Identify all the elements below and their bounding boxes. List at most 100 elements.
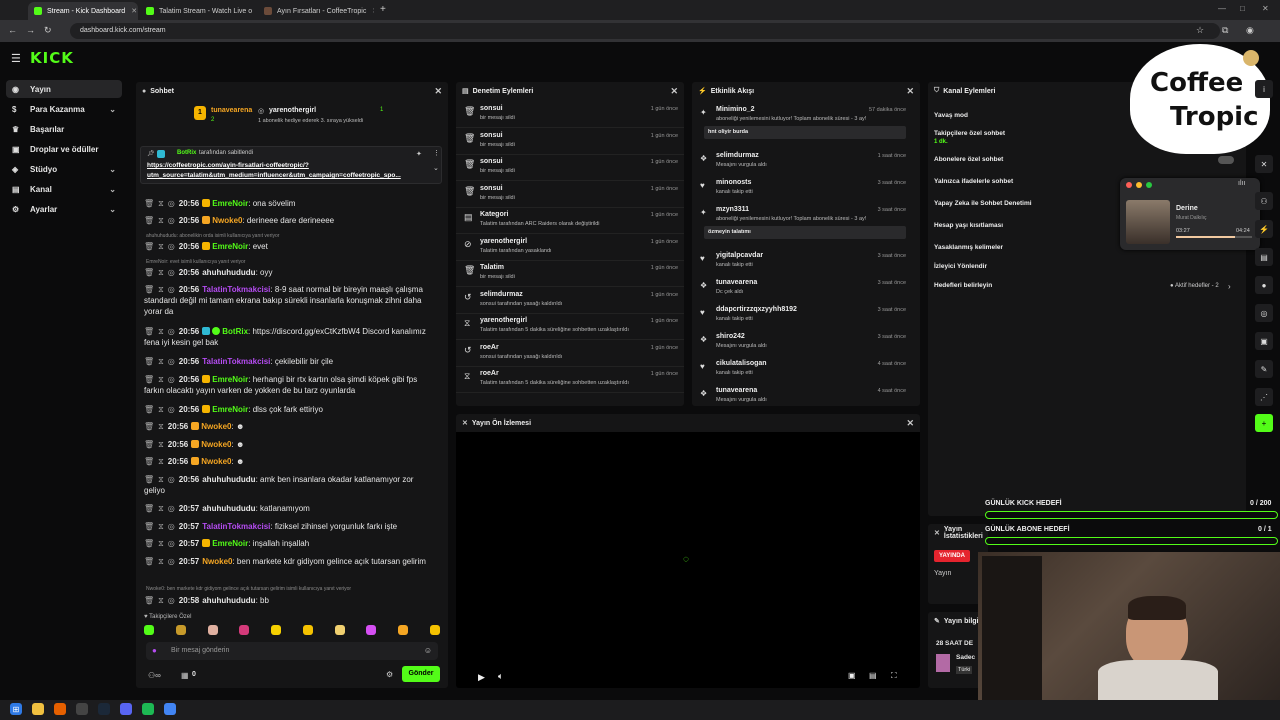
delete-icon[interactable]: 🗑︎ xyxy=(144,422,154,431)
rail-store-icon[interactable]: ▣ xyxy=(1255,332,1273,350)
chat-username[interactable]: EmreNoir xyxy=(212,539,248,548)
delete-icon[interactable]: 🗑︎ xyxy=(144,522,154,531)
file-explorer-icon[interactable] xyxy=(32,703,44,715)
banned-words-setting[interactable]: Yasaklanmış kelimeler xyxy=(934,244,1003,251)
delete-icon[interactable]: 🗑︎ xyxy=(144,199,154,208)
pinned-link[interactable]: https://coffeetropic.com/ayin-firsatlari… xyxy=(147,162,309,169)
rail-mod-icon[interactable]: ⚇ xyxy=(1255,192,1273,210)
user-avatar[interactable] xyxy=(1243,50,1259,66)
sidebar-item-basarilar[interactable]: ♛ Başarılar xyxy=(6,120,122,138)
close-tab-icon[interactable]: ✕ xyxy=(366,7,374,15)
emote-icon[interactable] xyxy=(302,625,313,635)
close-icon[interactable]: ✕ xyxy=(906,418,914,429)
hamburger-menu-icon[interactable]: ☰ xyxy=(11,52,21,65)
mic-icon[interactable]: ● xyxy=(152,646,157,655)
close-tab-icon[interactable]: ✕ xyxy=(252,7,256,15)
fullscreen-icon[interactable]: ⛶ xyxy=(891,671,897,681)
delete-icon[interactable]: 🗑︎ xyxy=(144,327,154,336)
timeout-icon[interactable]: ⧖ xyxy=(158,357,164,366)
emote-icon[interactable] xyxy=(271,625,282,635)
chat-username[interactable]: EmreNoir xyxy=(212,242,248,251)
delete-icon[interactable]: 🗑︎ xyxy=(144,504,154,513)
moderation-user[interactable]: yarenothergirl xyxy=(480,317,527,324)
emote-icon[interactable] xyxy=(366,625,377,635)
delete-icon[interactable]: 🗑︎ xyxy=(144,405,154,414)
chevron-down-icon[interactable]: ⌄ xyxy=(433,164,439,172)
unpin-icon[interactable]: ✦ xyxy=(416,150,422,158)
close-icon[interactable]: ✕ xyxy=(670,86,678,97)
delete-icon[interactable]: 🗑︎ xyxy=(144,242,154,251)
volume-icon[interactable]: 🔈︎ xyxy=(498,671,503,682)
activity-user[interactable]: ddapcrtirzzqxzyyhh8192 xyxy=(716,306,797,313)
close-icon[interactable]: ✕ xyxy=(906,86,914,97)
delete-icon[interactable]: 🗑︎ xyxy=(144,440,154,449)
activity-user[interactable]: yigitalpcavdar xyxy=(716,252,763,259)
chat-username[interactable]: Nwoke0 xyxy=(212,216,242,225)
timeout-icon[interactable]: ⧖ xyxy=(158,199,164,208)
timeout-icon[interactable]: ⧖ xyxy=(158,327,164,336)
chrome-icon[interactable] xyxy=(164,703,176,715)
minimize-icon[interactable]: — xyxy=(1218,4,1226,13)
timeout-icon[interactable]: ⧖ xyxy=(158,242,164,251)
rail-add-icon[interactable]: + xyxy=(1255,414,1273,432)
subs-only-toggle[interactable]: Abonelere özel sohbet xyxy=(934,156,1003,163)
chat-username[interactable]: ahuhuhududu xyxy=(202,504,255,513)
pinned-by-user[interactable]: BotRix xyxy=(177,150,196,156)
slow-mode-toggle[interactable]: Yavaş mod xyxy=(934,112,968,119)
chat-username[interactable]: ahuhuhududu xyxy=(202,475,255,484)
firefox-icon[interactable] xyxy=(54,703,66,715)
emote-icon[interactable] xyxy=(398,625,409,635)
emote-icon[interactable] xyxy=(144,625,154,635)
timeout-icon[interactable]: ⧖ xyxy=(158,285,164,294)
theater-icon[interactable]: ▤ xyxy=(869,671,877,680)
chat-username[interactable]: Nwoke0 xyxy=(201,457,231,466)
chat-username[interactable]: ahuhuhududu xyxy=(202,596,255,605)
profile-icon[interactable]: ◉ xyxy=(1246,25,1254,36)
rail-chat-icon[interactable]: ● xyxy=(1255,276,1273,294)
activity-user[interactable]: tunavearena xyxy=(716,387,757,394)
chat-input[interactable]: ● Bir mesaj gönderin ☺ xyxy=(146,642,438,660)
timeout-icon[interactable]: ⧖ xyxy=(158,457,164,466)
sidebar-item-para-kazanma[interactable]: $ Para Kazanma ⌄ xyxy=(6,100,122,118)
activity-user[interactable]: shiro242 xyxy=(716,333,745,340)
timeout-icon[interactable]: ⧖ xyxy=(158,216,164,225)
moderation-user[interactable]: roeAr xyxy=(480,370,499,377)
send-button[interactable]: Gönder xyxy=(402,666,440,682)
timeout-icon[interactable]: ⧖ xyxy=(158,596,164,605)
moderation-user[interactable]: Kategori xyxy=(480,211,508,218)
browser-tab-talatim-stream[interactable]: Talatim Stream - Watch Live o ✕ xyxy=(140,2,256,20)
chat-username[interactable]: Nwoke0 xyxy=(202,557,232,566)
chat-username[interactable]: TalatinTokmakcisi xyxy=(202,357,270,366)
followers-only-toggle[interactable]: Takipçilere özel sohbet xyxy=(934,130,1005,137)
chat-username[interactable]: TalatinTokmakcisi xyxy=(202,285,270,294)
browser-tab-kick-dashboard[interactable]: Stream - Kick Dashboard ✕ xyxy=(28,2,138,20)
timeout-icon[interactable]: ⧖ xyxy=(158,405,164,414)
moderation-user[interactable]: yarenothergirl xyxy=(480,238,527,245)
timeout-icon[interactable]: ⧖ xyxy=(158,440,164,449)
play-icon[interactable]: ▶ xyxy=(478,672,485,683)
chevron-right-icon[interactable]: › xyxy=(1228,282,1231,291)
rail-close-icon[interactable]: ✕ xyxy=(1255,155,1273,173)
close-tab-icon[interactable]: ✕ xyxy=(125,7,137,15)
delete-icon[interactable]: 🗑︎ xyxy=(144,557,154,566)
moderation-user[interactable]: sonsui xyxy=(480,132,503,139)
subs-only-switch[interactable] xyxy=(1218,156,1234,164)
new-tab-icon[interactable]: + xyxy=(380,4,386,15)
chat-username[interactable]: ahuhuhududu xyxy=(202,268,255,277)
timeout-icon[interactable]: ⧖ xyxy=(158,504,164,513)
timeout-icon[interactable]: ⧖ xyxy=(158,375,164,384)
delete-icon[interactable]: 🗑︎ xyxy=(144,457,154,466)
bookmark-star-icon[interactable]: ☆ xyxy=(1196,25,1204,36)
activity-user[interactable]: cikulatalisogan xyxy=(716,360,767,367)
sidebar-item-yayin[interactable]: ◉ Yayın xyxy=(6,80,122,98)
moderation-user[interactable]: sonsui xyxy=(480,105,503,112)
maximize-icon[interactable]: □ xyxy=(1240,4,1245,13)
delete-icon[interactable]: 🗑︎ xyxy=(144,357,154,366)
sidebar-item-ayarlar[interactable]: ⚙ Ayarlar ⌄ xyxy=(6,200,122,218)
chat-settings-gear-icon[interactable]: ⚙ xyxy=(386,670,393,679)
goals-setting[interactable]: Hedefleri belirleyin xyxy=(934,282,992,289)
delete-icon[interactable]: 🗑︎ xyxy=(144,285,154,294)
emote-icon[interactable] xyxy=(175,625,186,635)
back-icon[interactable]: ← xyxy=(8,25,17,35)
timeout-icon[interactable]: ⧖ xyxy=(158,475,164,484)
